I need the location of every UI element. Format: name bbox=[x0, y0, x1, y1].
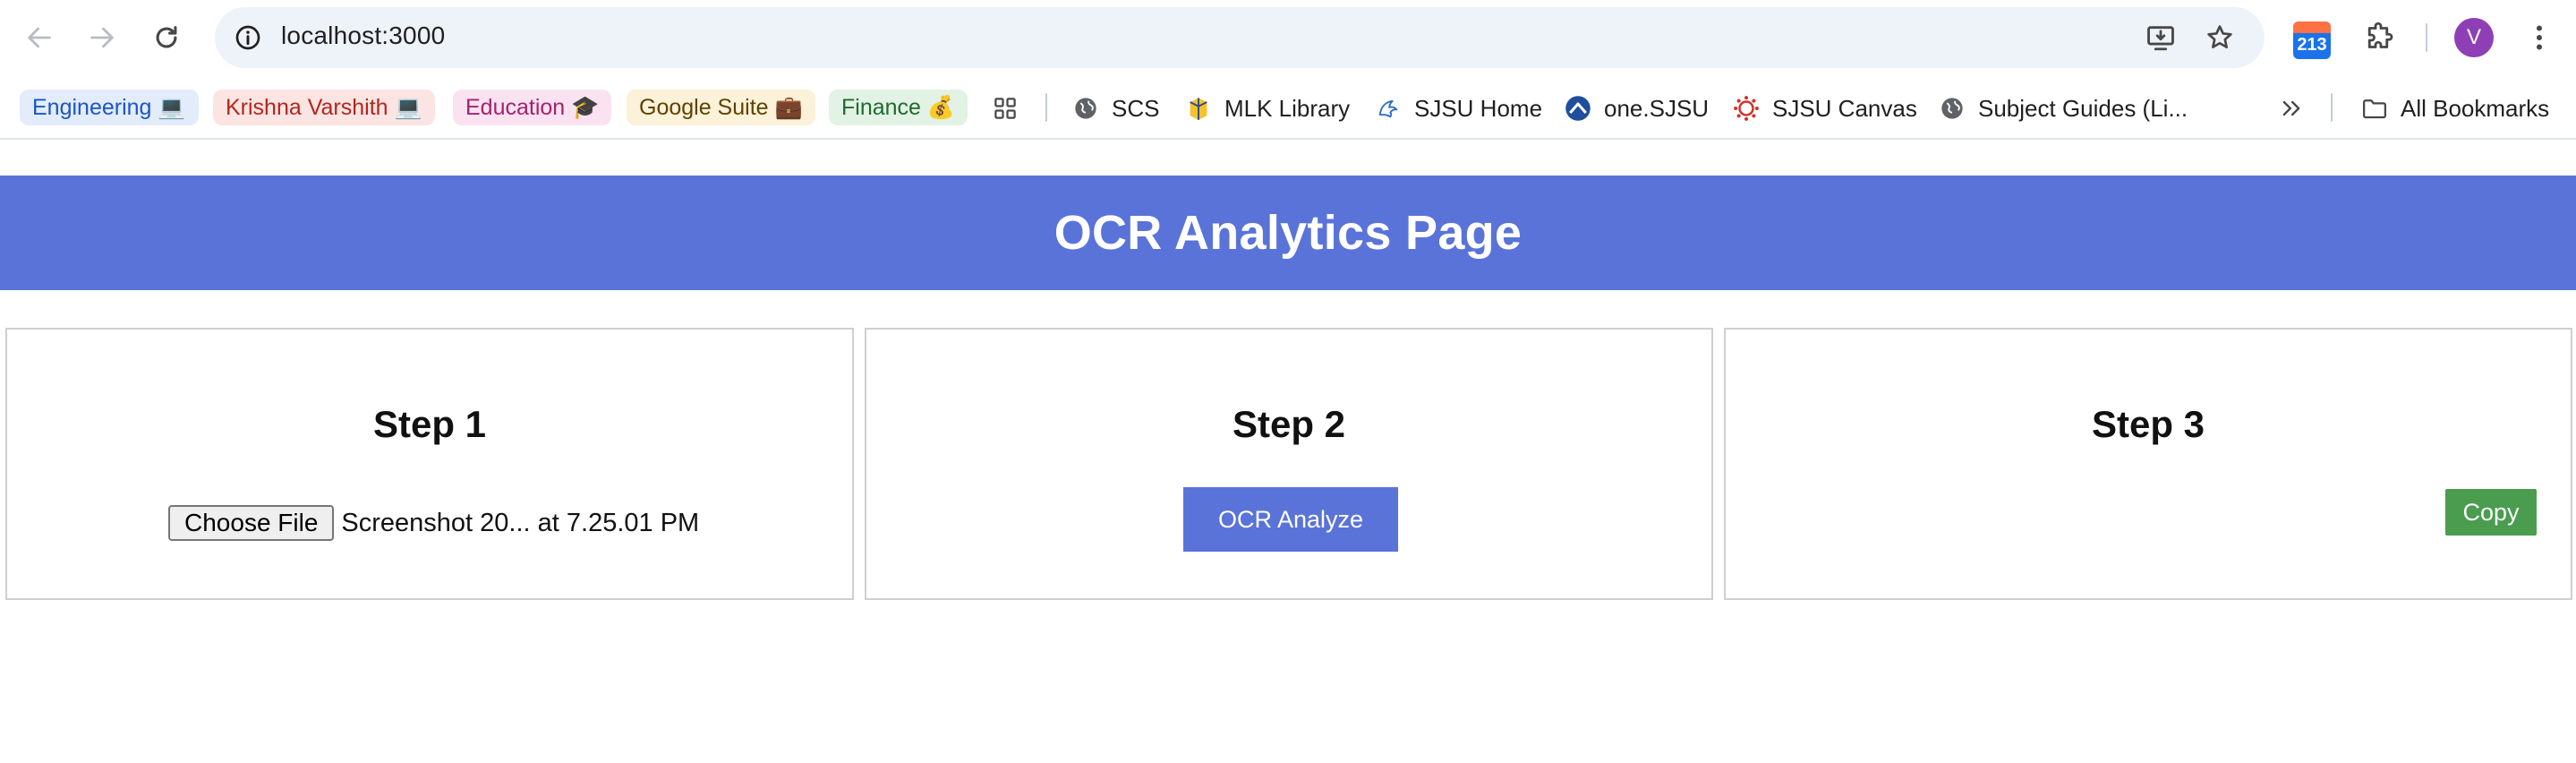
apps-grid-icon[interactable] bbox=[992, 91, 1019, 125]
profile-avatar[interactable]: V bbox=[2454, 18, 2494, 57]
install-app-icon[interactable] bbox=[2141, 18, 2180, 57]
bookmark-group-google-suite[interactable]: Google Suite 💼 bbox=[627, 90, 815, 125]
reload-icon bbox=[156, 26, 177, 48]
bookmark-star-icon[interactable] bbox=[2200, 18, 2239, 57]
file-input[interactable]: Choose File Screenshot 20... at 7.25.01 … bbox=[168, 505, 699, 541]
reload-button[interactable] bbox=[141, 13, 192, 63]
calendar-extension-icon[interactable]: 213 bbox=[2293, 21, 2331, 59]
arrow-right-icon bbox=[90, 27, 114, 48]
step1-title: Step 1 bbox=[372, 403, 487, 445]
bookmark-sjsu-canvas[interactable]: SJSU Canvas bbox=[1733, 91, 1917, 125]
bookmark-scs[interactable]: SCS bbox=[1072, 91, 1159, 125]
page-title: OCR Analytics Page bbox=[1053, 206, 1523, 260]
forward-button[interactable] bbox=[77, 13, 127, 63]
back-button[interactable] bbox=[14, 13, 64, 63]
more-menu-icon[interactable] bbox=[2517, 15, 2562, 60]
bookmark-label: MLK Library bbox=[1224, 94, 1351, 122]
bookmark-group-krishna-varshith[interactable]: Krishna Varshith 💻 bbox=[213, 90, 435, 125]
address-bar[interactable]: localhost:3000 bbox=[215, 7, 2265, 68]
globe-icon bbox=[1939, 95, 1966, 122]
all-bookmarks-button[interactable]: All Bookmarks bbox=[2361, 91, 2549, 125]
page-header-banner: OCR Analytics Page bbox=[0, 176, 2576, 290]
all-bookmarks-label: All Bookmarks bbox=[2401, 94, 2550, 122]
arrow-left-icon bbox=[28, 27, 51, 48]
globe-icon bbox=[1072, 95, 1099, 122]
more-bookmarks-chevron-icon[interactable] bbox=[2279, 91, 2304, 125]
bookmark-mlk-library[interactable]: MLK Library bbox=[1185, 91, 1350, 125]
selected-file-name: Screenshot 20... at 7.25.01 PM bbox=[341, 508, 700, 537]
bookmark-group-education[interactable]: Education 🎓 bbox=[453, 90, 612, 125]
library-icon bbox=[1185, 95, 1212, 122]
bookmark-label: Subject Guides (Li... bbox=[1978, 94, 2188, 122]
bookmarks-separator bbox=[2331, 93, 2333, 122]
bookmark-group-finance[interactable]: Finance 💰 bbox=[829, 90, 968, 125]
step1-card: Step 1 Choose File Screenshot 20... at 7… bbox=[5, 328, 854, 600]
url-text[interactable]: localhost:3000 bbox=[281, 21, 445, 50]
canvas-icon bbox=[1733, 95, 1760, 122]
calendar-badge-count: 213 bbox=[2297, 35, 2327, 55]
ocr-analyze-button[interactable]: OCR Analyze bbox=[1183, 487, 1398, 552]
spartan-icon bbox=[1375, 95, 1402, 122]
bookmark-label: SJSU Canvas bbox=[1772, 94, 1917, 122]
step3-title: Step 3 bbox=[2091, 403, 2205, 445]
bookmark-sjsu-home[interactable]: SJSU Home bbox=[1375, 91, 1542, 125]
one-sjsu-icon bbox=[1565, 95, 1591, 122]
bookmark-one-sjsu[interactable]: one.SJSU bbox=[1565, 91, 1709, 125]
toolbar-separator bbox=[2426, 23, 2427, 52]
bookmark-label: one.SJSU bbox=[1604, 94, 1710, 122]
choose-file-button[interactable]: Choose File bbox=[168, 505, 335, 541]
step2-card: Step 2 OCR Analyze bbox=[865, 328, 1713, 600]
extensions-puzzle-icon[interactable] bbox=[2356, 15, 2401, 60]
browser-toolbar: localhost:3000 213 V bbox=[0, 0, 2576, 75]
bookmarks-bar: Engineering 💻 Krishna Varshith 💻 Educati… bbox=[0, 75, 2576, 140]
bookmark-group-engineering[interactable]: Engineering 💻 bbox=[20, 90, 199, 125]
bookmark-subject-guides[interactable]: Subject Guides (Li... bbox=[1939, 91, 2188, 125]
step2-title: Step 2 bbox=[1232, 403, 1346, 445]
bookmarks-separator bbox=[1045, 93, 1047, 122]
folder-icon bbox=[2361, 95, 2388, 122]
bookmark-label: SCS bbox=[1112, 94, 1160, 122]
bookmark-label: SJSU Home bbox=[1414, 94, 1543, 122]
site-info-icon[interactable] bbox=[227, 17, 269, 58]
copy-button[interactable]: Copy bbox=[2445, 489, 2537, 536]
step3-card: Step 3 Copy bbox=[1724, 328, 2572, 600]
